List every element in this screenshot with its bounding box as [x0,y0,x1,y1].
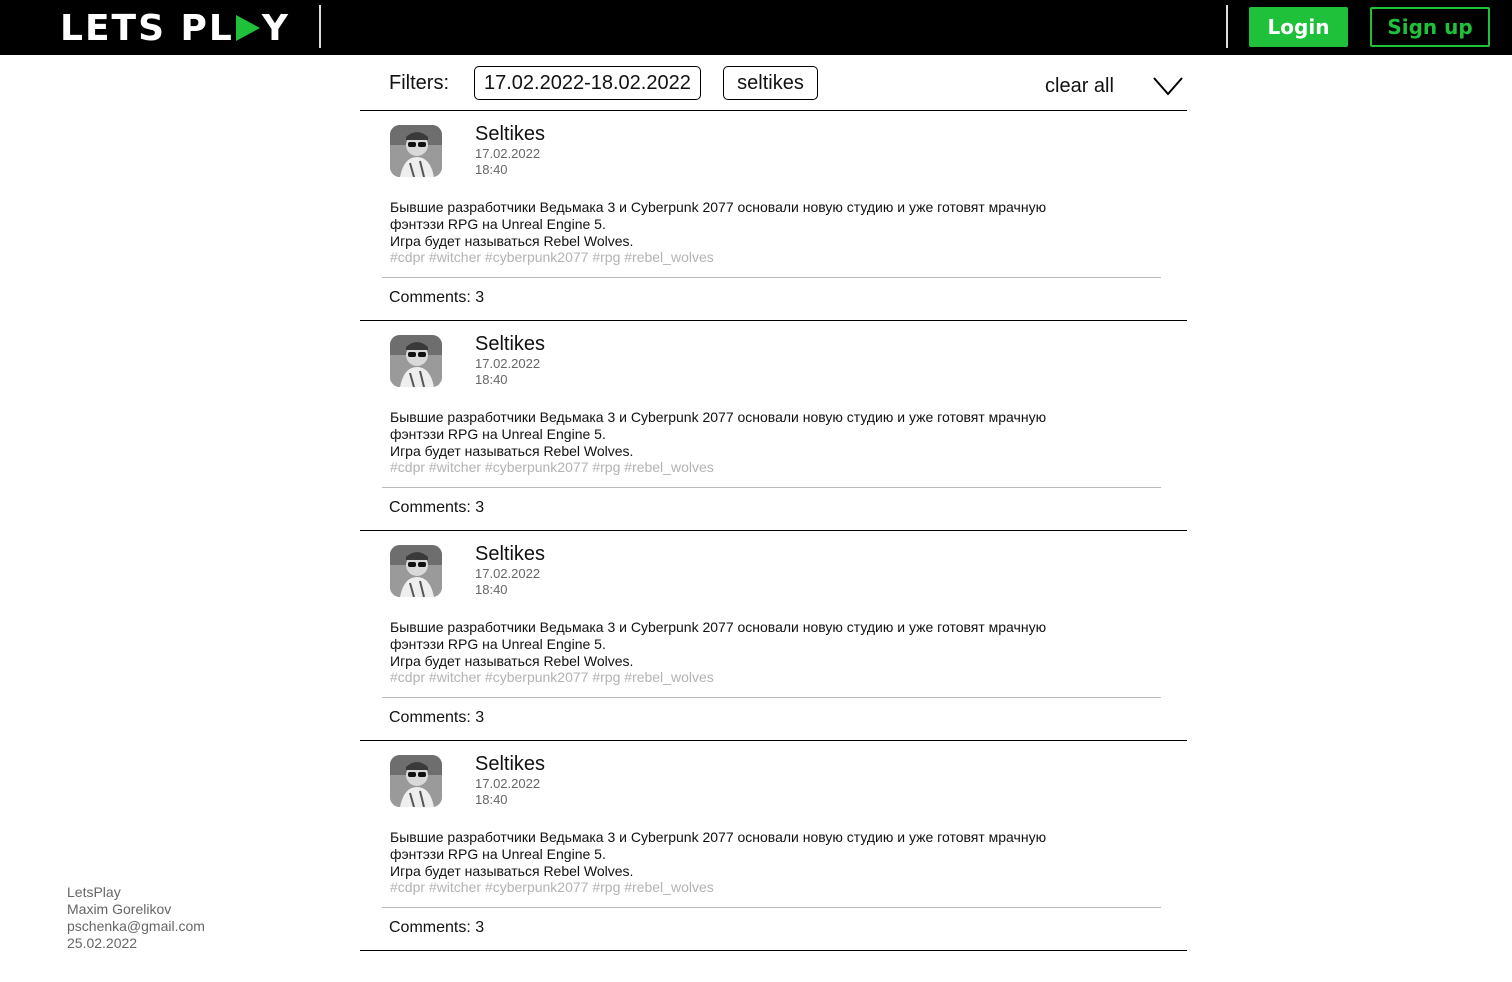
signup-button[interactable]: Sign up [1370,7,1490,47]
post-body: Бывшие разработчики Ведьмака 3 и Cyberpu… [390,829,1150,880]
post-comments-link[interactable]: Comments: 3 [389,709,484,727]
post-date: 17.02.2022 [475,356,541,371]
post-author[interactable]: Seltikes [475,753,545,776]
post-time: 18:40 [475,792,508,807]
logo-text-suffix: Y [261,7,290,49]
post-body-line: Бывшие разработчики Ведьмака 3 и Cyberpu… [390,619,1047,635]
post-author[interactable]: Seltikes [475,123,545,146]
clear-all-filters-link[interactable]: clear all [1045,75,1114,98]
post-body-line: фэнтэзи RPG на Unreal Engine 5. [390,216,606,232]
avatar[interactable] [390,545,442,597]
user-photo-icon [390,755,442,807]
post-body-line: фэнтэзи RPG на Unreal Engine 5. [390,426,606,442]
chevron-down-icon[interactable] [1152,75,1184,97]
post-card: Seltikes 17.02.2022 18:40 Бывшие разрабо… [360,741,1187,951]
post-body-line: Игра будет называться Rebel Wolves. [390,653,634,669]
post-time: 18:40 [475,582,508,597]
post-body-line: фэнтэзи RPG на Unreal Engine 5. [390,846,606,862]
footer-email[interactable]: pschenka@gmail.com [67,918,205,935]
post-card: Seltikes 17.02.2022 18:40 Бывшие разрабо… [360,321,1187,531]
avatar[interactable] [390,335,442,387]
post-body-line: Игра будет называться Rebel Wolves. [390,233,634,249]
filters-bar: Filters: 17.02.2022-18.02.2022 seltikes … [360,55,1187,111]
post-date: 17.02.2022 [475,146,541,161]
post-time: 18:40 [475,372,508,387]
play-icon [235,15,260,41]
post-divider [382,487,1161,488]
filter-chip-date-range[interactable]: 17.02.2022-18.02.2022 [474,66,701,100]
post-date: 17.02.2022 [475,776,541,791]
post-body: Бывшие разработчики Ведьмака 3 и Cyberpu… [390,409,1150,460]
post-body-line: Игра будет называться Rebel Wolves. [390,863,634,879]
post-body-line: Игра будет называться Rebel Wolves. [390,443,634,459]
post-date: 17.02.2022 [475,566,541,581]
login-button[interactable]: Login [1249,7,1348,47]
post-divider [382,277,1161,278]
post-card: Seltikes 17.02.2022 18:40 Бывшие разрабо… [360,111,1187,321]
post-feed: Seltikes 17.02.2022 18:40 Бывшие разрабо… [360,111,1187,951]
post-body-line: Бывшие разработчики Ведьмака 3 и Cyberpu… [390,829,1047,845]
post-body: Бывшие разработчики Ведьмака 3 и Cyberpu… [390,199,1150,250]
avatar[interactable] [390,125,442,177]
user-photo-icon [390,545,442,597]
logo[interactable]: LETS PL Y [60,7,290,49]
user-photo-icon [390,335,442,387]
post-time: 18:40 [475,162,508,177]
post-divider [382,907,1161,908]
post-body-line: фэнтэзи RPG на Unreal Engine 5. [390,636,606,652]
footer-site-name: LetsPlay [67,884,121,900]
footer: LetsPlay Maxim Gorelikov pschenka@gmail.… [67,884,205,952]
user-photo-icon [390,125,442,177]
avatar[interactable] [390,755,442,807]
navbar-divider-right [1226,5,1228,48]
footer-author: Maxim Gorelikov [67,901,172,917]
post-tags[interactable]: #cdpr #witcher #cyberpunk2077 #rpg #rebe… [390,879,714,895]
post-body-line: Бывшие разработчики Ведьмака 3 и Cyberpu… [390,199,1047,215]
post-body: Бывшие разработчики Ведьмака 3 и Cyberpu… [390,619,1150,670]
post-comments-link[interactable]: Comments: 3 [389,919,484,937]
filters-label: Filters: [389,72,449,94]
post-author[interactable]: Seltikes [475,333,545,356]
post-tags[interactable]: #cdpr #witcher #cyberpunk2077 #rpg #rebe… [390,249,714,265]
post-tags[interactable]: #cdpr #witcher #cyberpunk2077 #rpg #rebe… [390,459,714,475]
post-comments-link[interactable]: Comments: 3 [389,289,484,307]
logo-text-prefix: LETS PL [60,7,234,49]
post-card: Seltikes 17.02.2022 18:40 Бывшие разрабо… [360,531,1187,741]
post-tags[interactable]: #cdpr #witcher #cyberpunk2077 #rpg #rebe… [390,669,714,685]
post-comments-link[interactable]: Comments: 3 [389,499,484,517]
post-body-line: Бывшие разработчики Ведьмака 3 и Cyberpu… [390,409,1047,425]
filter-chip-user[interactable]: seltikes [723,66,818,100]
footer-date: 25.02.2022 [67,935,138,951]
post-divider [382,697,1161,698]
navbar-divider-left [319,5,321,48]
post-author[interactable]: Seltikes [475,543,545,566]
top-navbar: LETS PL Y Login Sign up [0,0,1512,55]
